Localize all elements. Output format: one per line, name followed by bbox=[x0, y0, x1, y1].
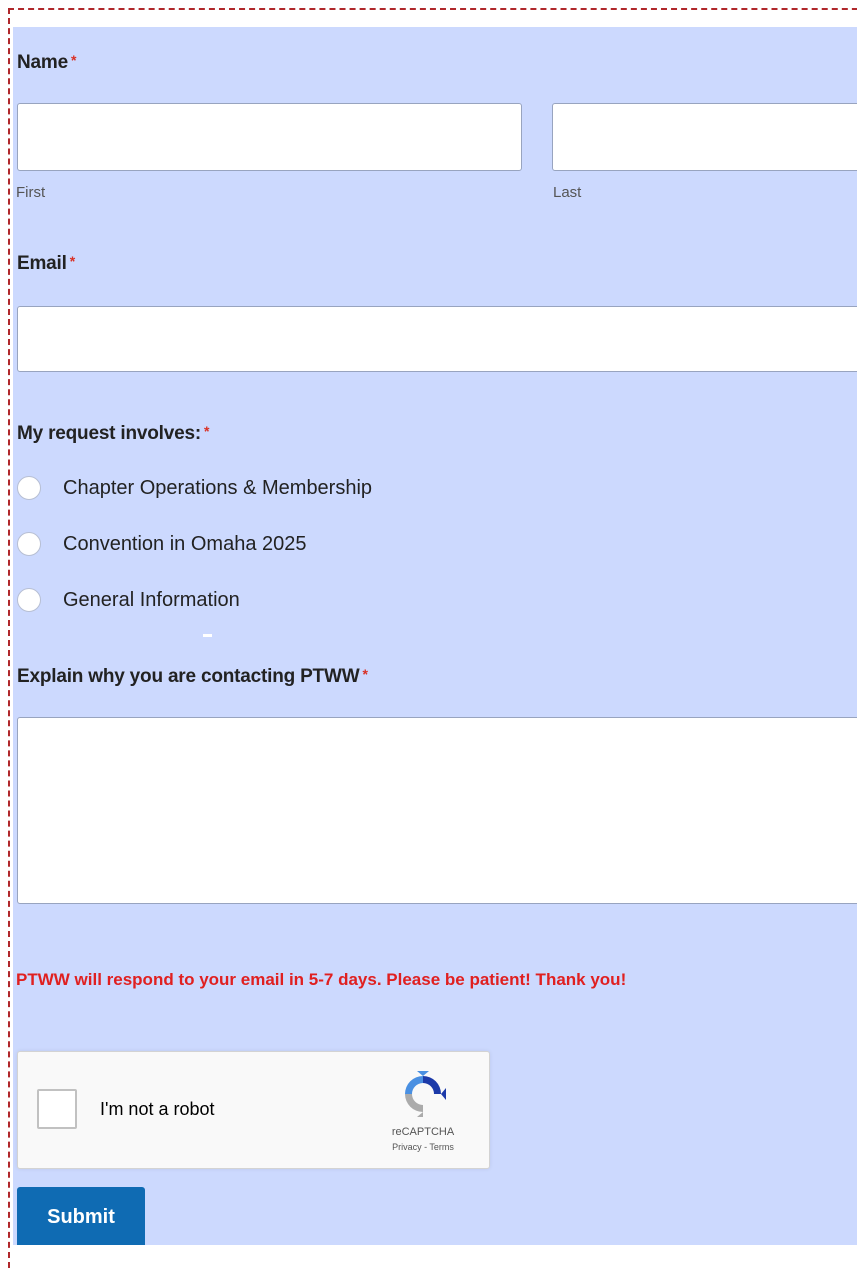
radio-option-general-information[interactable]: General Information bbox=[17, 586, 240, 614]
radio-option-chapter-operations[interactable]: Chapter Operations & Membership bbox=[17, 474, 372, 502]
first-sublabel: First bbox=[16, 184, 46, 201]
required-marker: * bbox=[203, 423, 210, 439]
request-label: My request involves: * bbox=[17, 423, 210, 444]
submit-button[interactable]: Submit bbox=[17, 1187, 145, 1245]
email-label: Email * bbox=[17, 253, 75, 274]
required-marker: * bbox=[70, 52, 77, 68]
required-marker: * bbox=[362, 666, 368, 682]
response-time-notice: PTWW will respond to your email in 5-7 d… bbox=[16, 970, 627, 989]
radio-button[interactable] bbox=[17, 588, 41, 612]
required-marker: * bbox=[69, 253, 75, 269]
radio-button[interactable] bbox=[17, 476, 41, 500]
email-input[interactable] bbox=[17, 306, 857, 372]
name-label: Name * bbox=[17, 52, 77, 73]
last-sublabel: Last bbox=[553, 184, 582, 201]
recaptcha-widget: I'm not a robot reCAPTCHA Privacy - Term… bbox=[17, 1051, 490, 1169]
recaptcha-checkbox[interactable] bbox=[37, 1089, 77, 1129]
recaptcha-brand: reCAPTCHA bbox=[391, 1126, 455, 1138]
first-name-input[interactable] bbox=[17, 103, 522, 171]
radio-option-convention-omaha[interactable]: Convention in Omaha 2025 bbox=[17, 530, 307, 558]
last-name-input[interactable] bbox=[552, 103, 857, 171]
decorative-mark bbox=[203, 634, 212, 637]
explain-label: Explain why you are contacting PTWW * bbox=[17, 666, 368, 687]
explain-textarea[interactable] bbox=[17, 717, 857, 904]
recaptcha-logo-icon bbox=[405, 1071, 446, 1117]
recaptcha-privacy-terms[interactable]: Privacy - Terms bbox=[358, 1142, 488, 1152]
recaptcha-label: I'm not a robot bbox=[100, 1099, 215, 1119]
radio-button[interactable] bbox=[17, 532, 41, 556]
